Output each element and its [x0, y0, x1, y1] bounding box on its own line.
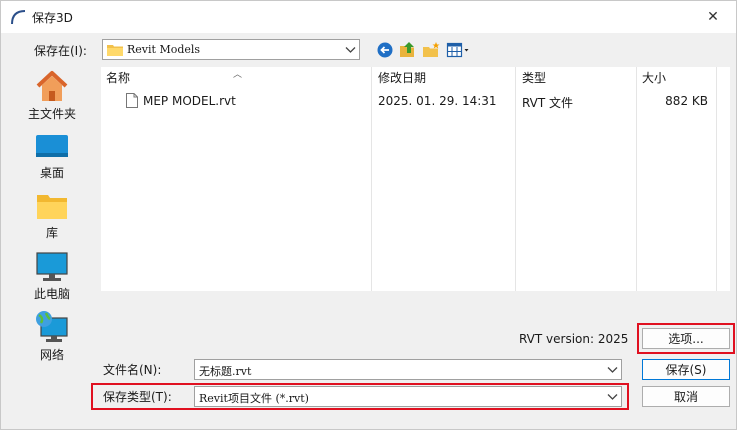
computer-icon: [36, 252, 68, 281]
view-menu-icon[interactable]: [446, 41, 472, 59]
save-dialog: 保存3D ✕ 保存在(I): Revit Models 主文件夹 桌面 库 此电…: [0, 0, 737, 430]
new-folder-icon[interactable]: [422, 41, 440, 59]
filename-value: 无标题.rvt: [199, 365, 252, 378]
options-button-label: 选项...: [668, 332, 704, 346]
place-label-computer: 此电脑: [33, 287, 70, 301]
place-computer[interactable]: 此电脑: [7, 251, 97, 302]
sort-ascending-icon: ︿: [233, 70, 243, 80]
chevron-down-icon: [607, 367, 618, 373]
back-icon[interactable]: [376, 41, 394, 59]
places-bar: 主文件夹 桌面 库 此电脑 网络: [7, 67, 97, 367]
column-divider: [636, 67, 637, 291]
cancel-button-label: 取消: [673, 390, 698, 404]
desktop-icon: [36, 135, 68, 157]
column-divider: [371, 67, 372, 291]
library-folder-icon: [37, 195, 67, 219]
column-header-size[interactable]: 大小: [642, 67, 666, 89]
lookin-value: Revit Models: [127, 43, 201, 56]
save-button-label: 保存(S): [665, 363, 707, 377]
window-title: 保存3D: [32, 11, 73, 25]
filename-input[interactable]: 无标题.rvt: [194, 359, 622, 380]
file-type: RVT 文件: [522, 96, 574, 110]
place-label-desktop: 桌面: [39, 166, 64, 180]
place-label-network: 网络: [39, 348, 64, 362]
filetype-label: 保存类型(T):: [103, 390, 172, 404]
network-icon: [36, 311, 68, 342]
place-network[interactable]: 网络: [7, 310, 97, 363]
filetype-dropdown[interactable]: Revit项目文件 (*.rvt): [194, 386, 622, 407]
column-header-date[interactable]: 修改日期: [378, 67, 426, 89]
file-size: 882 KB: [665, 94, 708, 108]
lookin-dropdown[interactable]: Revit Models: [102, 39, 360, 60]
place-home[interactable]: 主文件夹: [7, 69, 97, 122]
home-icon: [36, 71, 68, 101]
close-button[interactable]: ✕: [694, 2, 732, 32]
place-label-home: 主文件夹: [27, 107, 76, 121]
place-label-library: 库: [45, 226, 58, 240]
file-list[interactable]: 名称 ︿ 修改日期 类型 大小 MEP MODEL.rvt 2025. 01. …: [101, 67, 730, 291]
column-header-name[interactable]: 名称: [106, 67, 130, 89]
document-icon: [126, 93, 138, 108]
cancel-button[interactable]: 取消: [642, 386, 730, 407]
title-bar: 保存3D ✕: [1, 1, 736, 33]
revit-app-icon: [11, 10, 26, 25]
rvt-version-label: RVT version: 2025: [519, 332, 629, 346]
close-icon: ✕: [707, 9, 719, 25]
chevron-down-icon: [345, 47, 356, 53]
lookin-label: 保存在(I):: [34, 44, 87, 58]
options-button[interactable]: 选项...: [642, 328, 730, 349]
up-folder-icon[interactable]: [399, 41, 417, 59]
chevron-down-icon: [607, 394, 618, 400]
file-name: MEP MODEL.rvt: [143, 94, 236, 108]
save-button[interactable]: 保存(S): [642, 359, 730, 380]
column-divider: [716, 67, 717, 291]
filename-label: 文件名(N):: [103, 363, 162, 377]
file-date: 2025. 01. 29. 14:31: [378, 94, 497, 108]
place-desktop[interactable]: 桌面: [7, 132, 97, 181]
column-header-type[interactable]: 类型: [522, 67, 546, 89]
folder-icon: [107, 45, 123, 56]
column-divider: [515, 67, 516, 291]
place-library[interactable]: 库: [7, 192, 97, 241]
filetype-value: Revit项目文件 (*.rvt): [199, 392, 309, 405]
